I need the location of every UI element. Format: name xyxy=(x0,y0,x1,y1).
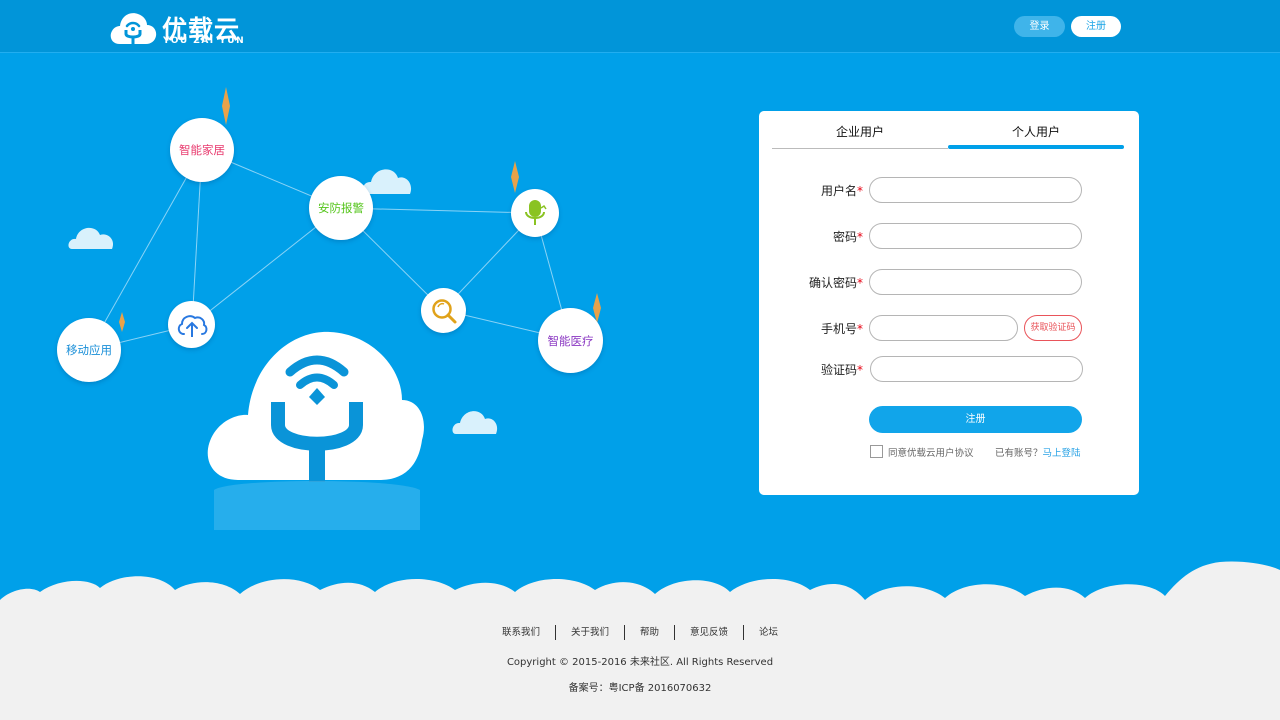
has-account: 已有账号？马上登陆 xyxy=(995,445,1081,459)
icp-number: 备案号：粤ICP备 2016070632 xyxy=(568,683,712,694)
node-smart-home[interactable]: 智能家居 xyxy=(170,118,234,182)
agree-checkbox[interactable] xyxy=(870,445,883,458)
node-cloud-upload[interactable] xyxy=(168,301,215,348)
code-label: 验证码* xyxy=(820,363,863,377)
iot-illustration: 智能家居 安防报警 移动应用 智能医疗 xyxy=(0,53,720,553)
node-smart-home-label: 智能家居 xyxy=(179,143,225,157)
footer-link-about[interactable]: 关于我们 xyxy=(556,624,624,638)
node-voice[interactable] xyxy=(511,189,559,237)
node-smart-medical-label: 智能医疗 xyxy=(547,333,594,348)
node-mobile-app[interactable]: 移动应用 xyxy=(57,318,121,382)
login-now-link[interactable]: 马上登陆 xyxy=(1043,448,1081,459)
footer-link-forum[interactable]: 论坛 xyxy=(744,624,793,638)
active-tab-indicator xyxy=(948,145,1124,149)
get-code-button[interactable]: 获取验证码 xyxy=(1024,315,1082,341)
node-security-alarm[interactable]: 安防报警 xyxy=(309,176,373,240)
code-row: 验证码* xyxy=(759,356,1139,382)
has-account-text: 已有账号？ xyxy=(995,448,1043,459)
footer-link-feedback[interactable]: 意见反馈 xyxy=(675,624,743,638)
footer-link-help[interactable]: 帮助 xyxy=(625,624,674,638)
cloud-logo-icon xyxy=(110,13,157,44)
search-icon xyxy=(431,298,456,323)
footer-cloud-border xyxy=(0,561,1280,615)
confirm-password-row: 确认密码* xyxy=(759,269,1139,295)
node-search[interactable] xyxy=(421,288,466,333)
password-input[interactable] xyxy=(869,223,1082,249)
phone-input[interactable] xyxy=(869,315,1018,341)
footer-links: 联系我们 关于我们 帮助 意见反馈 论坛 xyxy=(0,624,1280,640)
login-button[interactable]: 登录 xyxy=(1014,16,1065,37)
register-card: 企业用户 个人用户 用户名* 密码* 确认密码* 手机号* 获取验证码 验证码*… xyxy=(759,111,1139,495)
confirm-password-label: 确认密码* xyxy=(808,276,863,290)
phone-row: 手机号* 获取验证码 xyxy=(759,315,1139,341)
register-submit-button[interactable]: 注册 xyxy=(869,406,1082,433)
password-row: 密码* xyxy=(759,223,1139,249)
confirm-password-input[interactable] xyxy=(869,269,1082,295)
username-label: 用户名* xyxy=(820,184,863,198)
cloud-wifi-logo-icon xyxy=(207,331,424,530)
top-header: 优载云 YOU ZAI YUN 登录 注册 xyxy=(0,0,1280,53)
phone-label: 手机号* xyxy=(820,322,863,336)
footer-link-contact[interactable]: 联系我们 xyxy=(487,624,555,638)
logo[interactable]: 优载云 YOU ZAI YUN xyxy=(108,8,258,48)
microphone-icon xyxy=(525,200,547,225)
tab-enterprise-user[interactable]: 企业用户 xyxy=(772,123,948,149)
node-mobile-app-label: 移动应用 xyxy=(66,343,112,357)
network-lines xyxy=(68,87,601,530)
agreement-text[interactable]: 同意优载云用户协议 xyxy=(888,445,974,459)
username-input[interactable] xyxy=(869,177,1082,203)
username-row: 用户名* xyxy=(759,177,1139,203)
logo-subtitle: YOU ZAI YUN xyxy=(163,36,246,46)
password-label: 密码* xyxy=(832,230,863,244)
node-smart-medical[interactable]: 智能医疗 xyxy=(538,308,603,373)
register-button-top[interactable]: 注册 xyxy=(1071,16,1121,37)
cloud-upload-icon xyxy=(177,314,207,337)
verification-code-input[interactable] xyxy=(870,356,1083,382)
copyright: Copyright © 2015-2016 未来社区. All Rights R… xyxy=(506,657,774,668)
node-security-alarm-label: 安防报警 xyxy=(318,201,364,215)
